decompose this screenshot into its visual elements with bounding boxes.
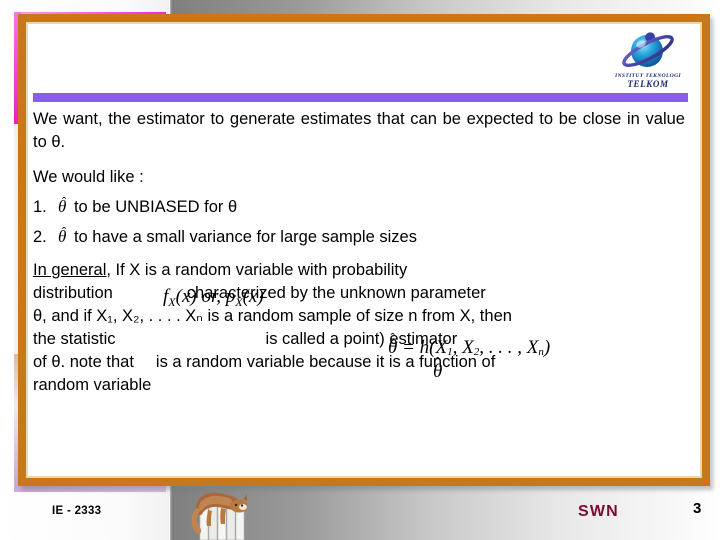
definition-line-4a: the statistic [33,330,116,348]
paragraph-would-like: We would like : [33,168,144,186]
list-item-number: 1. [33,198,47,216]
footer-page-number: 3 [693,500,702,517]
definition-line-1: In general, If X is a random variable wi… [33,259,685,282]
definition-line-6: random variable [33,376,152,394]
logo-brand-name: TELKOM [627,79,669,89]
footer-author: SWN [578,503,619,520]
slide-body: We want, the estimator to generate estim… [33,108,685,397]
definition-line-3: θ, and if X₁, X₂, . . . . Xₙ is a random… [33,307,512,325]
theta-hat-symbol: ˆθ [58,194,67,216]
requirements-list: 1. ˆ θ to be UNBIASED for θ 2. ˆ θ to have a… [33,194,685,249]
theta-hat-symbol: ˆθ [58,224,67,246]
definition-line-4b: is called a point) estimator [265,330,458,348]
definition-line-2b: characterized by the unknown parameter [186,284,486,302]
definition-line-5a: of θ. note that [33,353,134,371]
definition-line-2a: distribution [33,284,113,302]
list-item-number: 2. [33,228,47,246]
slide-canvas: INSTITUT TEKNOLOGI TELKOM We want, the e… [0,0,720,540]
definition-line-5b: is a random variable because it is a fun… [155,353,496,371]
list-item-text: to be UNBIASED for θ [73,198,238,216]
list-item: 2. ˆ θ to have a small variance for large … [33,224,685,249]
list-item-text: to have a small variance for large sampl… [73,228,417,246]
cat-on-fence-image [186,486,258,540]
definition-line-4: the statistic is called a point) estimato… [33,328,685,351]
institution-logo: INSTITUT TEKNOLOGI TELKOM [596,28,700,90]
planet-globe-icon [596,28,700,74]
title-divider-rule [33,93,688,102]
in-general-label: In general [33,261,107,279]
paragraph-general-definition: In general, If X is a random variable wi… [33,259,685,397]
definition-line-2: distribution characterized by the unknown… [33,282,685,305]
paragraph-intro: We want, the estimator to generate estim… [33,110,685,151]
list-item: 1. ˆ θ to be UNBIASED for θ [33,194,685,219]
definition-line-1-rest: , If X is a random variable with probabi… [106,261,408,279]
footer-course-code: IE - 2333 [52,505,102,517]
definition-line-5: of θ. note that is a random variable beca… [33,351,685,374]
